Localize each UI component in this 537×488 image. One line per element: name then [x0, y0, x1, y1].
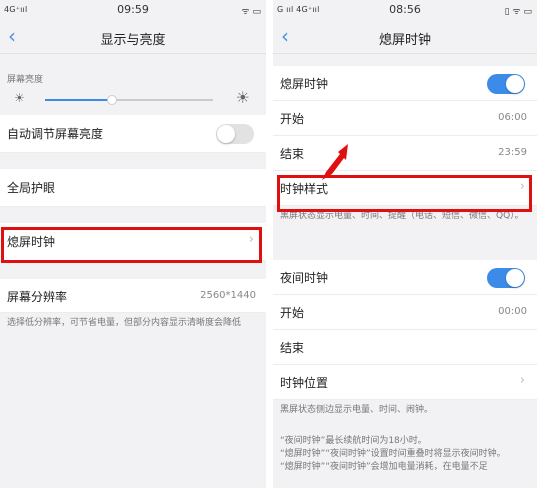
- clock-position-row[interactable]: 时钟位置 ›: [273, 365, 537, 400]
- page-title: 熄屏时钟: [378, 33, 431, 48]
- brightness-thumb[interactable]: [107, 95, 118, 105]
- red-arrow-icon: [322, 144, 348, 180]
- chevron-right-icon: ›: [519, 179, 525, 194]
- clock-toggle[interactable]: [487, 74, 525, 94]
- chevron-right-icon: ›: [519, 373, 525, 388]
- brightness-slider-row: ☀ ☀: [0, 85, 266, 115]
- resolution-description: 选择低分辨率，可节省电量，但部分内容显示清晰度会降低: [7, 318, 242, 328]
- night-clock-description: 黑屏状态侧边显示电量、时间、闹钟。: [280, 405, 434, 415]
- start-value: 06:00: [498, 112, 527, 123]
- screen-divider: [266, 0, 273, 488]
- night-start-row[interactable]: 开始 00:00: [273, 295, 537, 330]
- clock-toggle-label: 熄屏时钟: [280, 77, 329, 91]
- toggle-knob: [506, 75, 524, 93]
- note-line: “熄屏时钟”“夜间时钟”设置时间重叠时将显示夜间时钟。: [280, 449, 506, 459]
- chevron-right-icon: ›: [248, 232, 254, 247]
- screen-off-clock-label: 熄屏时钟: [7, 235, 56, 249]
- night-clock-label: 夜间时钟: [280, 271, 329, 285]
- start-label: 开始: [280, 112, 305, 126]
- resolution-row[interactable]: 屏幕分辨率 2560*1440: [0, 279, 266, 313]
- night-start-value: 00:00: [498, 306, 527, 317]
- auto-brightness-toggle[interactable]: [216, 124, 254, 144]
- clock-style-description: 黑屏状态显示电量、时间、提醒（电话、短信、微信、QQ）。: [280, 211, 524, 221]
- auto-brightness-label: 自动调节屏幕亮度: [7, 127, 104, 141]
- end-row[interactable]: 结束 23:59: [273, 136, 537, 171]
- note-line: “夜间时钟”最长续航时间为18小时。: [280, 436, 427, 446]
- status-time: 08:56: [389, 3, 421, 16]
- resolution-value: 2560*1440: [200, 290, 256, 301]
- right-screen: G ııl 4G⁺ııl 08:56 ▯ ᯤ ▭ ‹ 熄屏时钟 熄屏时钟 开始 …: [273, 0, 537, 488]
- clock-style-row[interactable]: 时钟样式 ›: [273, 171, 537, 206]
- page-title: 显示与亮度: [100, 33, 166, 48]
- clock-position-label: 时钟位置: [280, 376, 329, 390]
- night-end-label: 结束: [280, 341, 305, 355]
- status-bar: 4G⁺ııl 09:59 ᯤ ▭: [0, 0, 266, 22]
- status-bar: G ııl 4G⁺ııl 08:56 ▯ ᯤ ▭: [273, 0, 537, 22]
- night-clock-toggle[interactable]: [487, 268, 525, 288]
- end-label: 结束: [280, 147, 305, 161]
- clock-style-label: 时钟样式: [280, 182, 329, 196]
- toggle-knob: [506, 269, 524, 287]
- left-screen: 4G⁺ııl 09:59 ᯤ ▭ ‹ 显示与亮度 屏幕亮度 ☀ ☀ 自动调节屏幕…: [0, 0, 266, 488]
- night-clock-row[interactable]: 夜间时钟: [273, 260, 537, 295]
- note-line: “熄屏时钟”“夜间时钟”会增加电量消耗，在电量不足: [280, 462, 488, 472]
- status-time: 09:59: [117, 3, 149, 16]
- resolution-label: 屏幕分辨率: [7, 290, 68, 304]
- eye-protection-label: 全局护眼: [7, 181, 56, 195]
- title-bar: ‹ 显示与亮度: [0, 22, 266, 54]
- brightness-slider[interactable]: [45, 95, 213, 105]
- sun-small-icon: ☀: [14, 91, 25, 105]
- wifi-battery-icon: ᯤ ▭: [241, 7, 261, 17]
- title-bar: ‹ 熄屏时钟: [273, 22, 537, 54]
- vibrate-wifi-battery-icon: ▯ ᯤ ▭: [504, 7, 532, 17]
- screen-off-clock-row[interactable]: 熄屏时钟 ›: [0, 223, 266, 261]
- eye-protection-row[interactable]: 全局护眼: [0, 169, 266, 207]
- night-end-row[interactable]: 结束: [273, 330, 537, 365]
- toggle-knob: [217, 125, 235, 143]
- sun-large-icon: ☀: [235, 88, 250, 107]
- clock-toggle-row[interactable]: 熄屏时钟: [273, 66, 537, 101]
- auto-brightness-row[interactable]: 自动调节屏幕亮度: [0, 115, 266, 153]
- end-value: 23:59: [498, 147, 527, 158]
- night-start-label: 开始: [280, 306, 305, 320]
- brightness-section-label: 屏幕亮度: [7, 75, 44, 85]
- notes: “夜间时钟”最长续航时间为18小时。 “熄屏时钟”“夜间时钟”设置时间重叠时将显…: [273, 435, 537, 478]
- brightness-fill: [45, 99, 113, 101]
- start-row[interactable]: 开始 06:00: [273, 101, 537, 136]
